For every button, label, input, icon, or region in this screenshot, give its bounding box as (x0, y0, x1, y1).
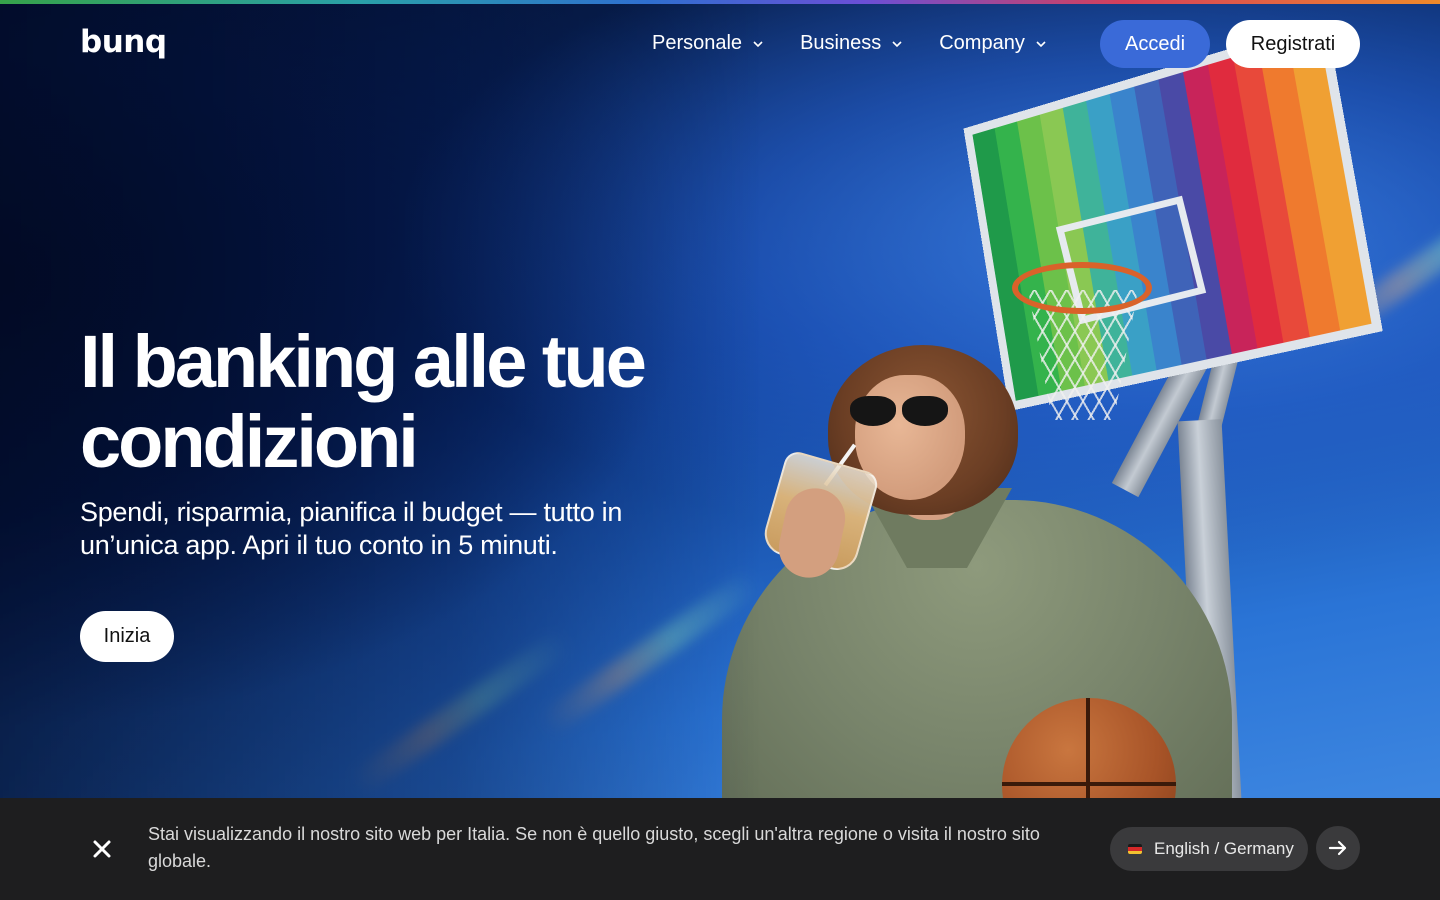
region-go-button[interactable] (1316, 826, 1360, 870)
nav-item-label: Business (800, 32, 882, 54)
main-menu: Personale Business Company (652, 32, 1047, 55)
nav-item-label: Personale (652, 32, 743, 54)
nav-item-personale[interactable]: Personale (652, 32, 764, 55)
hero-headline: Il banking alle tue condizioni (80, 322, 700, 482)
login-button[interactable]: Accedi (1100, 20, 1210, 68)
germany-flag-icon (1128, 844, 1142, 854)
bunq-logo[interactable]: bunq (80, 24, 167, 60)
get-started-button[interactable]: Inizia (80, 611, 174, 662)
signup-button[interactable]: Registrati (1226, 20, 1360, 68)
close-icon[interactable] (88, 835, 116, 863)
hoop-rim (1012, 262, 1152, 314)
region-selector[interactable]: English / Germany (1110, 827, 1308, 871)
headline-line: condizioni (80, 400, 419, 483)
arrow-right-icon (1328, 840, 1347, 856)
chevron-down-icon (753, 40, 763, 47)
nav-item-label: Company (939, 32, 1025, 54)
region-message: Stai visualizzando il nostro sito web pe… (148, 824, 1040, 871)
hero-subheadline: Spendi, risparmia, pianifica il budget —… (80, 497, 623, 560)
nav-item-business[interactable]: Business (800, 32, 903, 55)
region-banner: Stai visualizzando il nostro sito web pe… (0, 798, 1440, 900)
rainbow-top-stripe (0, 0, 1440, 4)
sunglasses (846, 396, 956, 430)
nav-item-company[interactable]: Company (939, 32, 1047, 55)
chevron-down-icon (1036, 40, 1046, 47)
chevron-down-icon (892, 40, 902, 47)
region-selector-label: English / Germany (1154, 839, 1294, 858)
top-navigation: bunq Personale Business Company Accedi R… (0, 4, 1440, 84)
headline-line: Il banking alle tue (80, 320, 647, 403)
